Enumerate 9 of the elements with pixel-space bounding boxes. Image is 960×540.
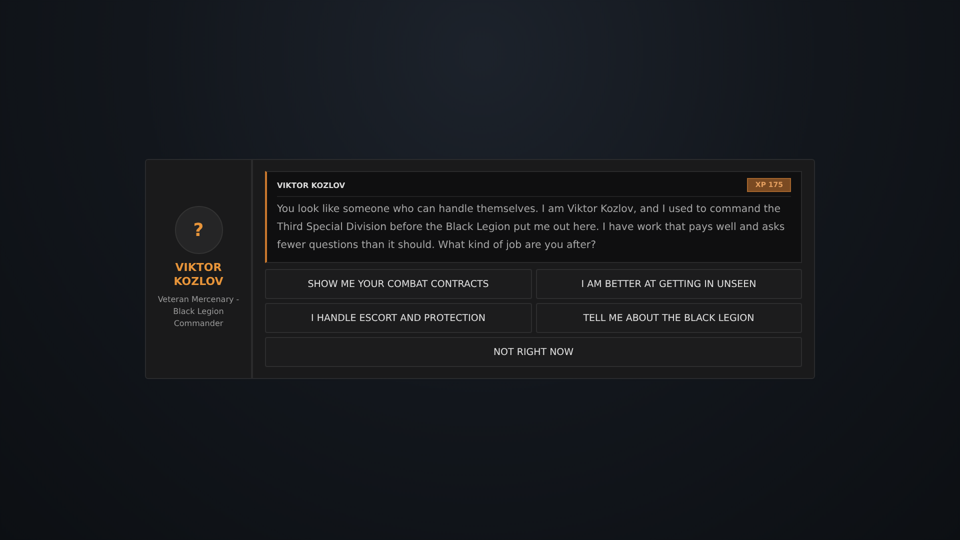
dialogue-option-button[interactable]: TELL ME ABOUT THE BLACK LEGION (536, 303, 802, 333)
npc-title: Veteran Mercenary - Black Legion Commander (156, 294, 240, 330)
dialogue-option-button[interactable]: NOT RIGHT NOW (265, 337, 802, 367)
dialogue-option-button[interactable]: SHOW ME YOUR COMBAT CONTRACTS (265, 269, 532, 299)
dialogue-text: You look like someone who can handle themselves. I am Viktor Kozlov, and I used to command the Third Special Division before the Black Legion put me out here. I have work that pays well and asks fewer questions than it should. What kind of job are you after? (277, 203, 786, 253)
npc-name: VIKTOR KOZLOV (172, 261, 224, 289)
dialogue-option-button[interactable]: I AM BETTER AT GETTING IN UNSEEN (536, 269, 802, 299)
question-mark: ? (193, 220, 204, 240)
dialogue-option-button[interactable]: I HANDLE ESCORT AND PROTECTION (265, 303, 532, 333)
